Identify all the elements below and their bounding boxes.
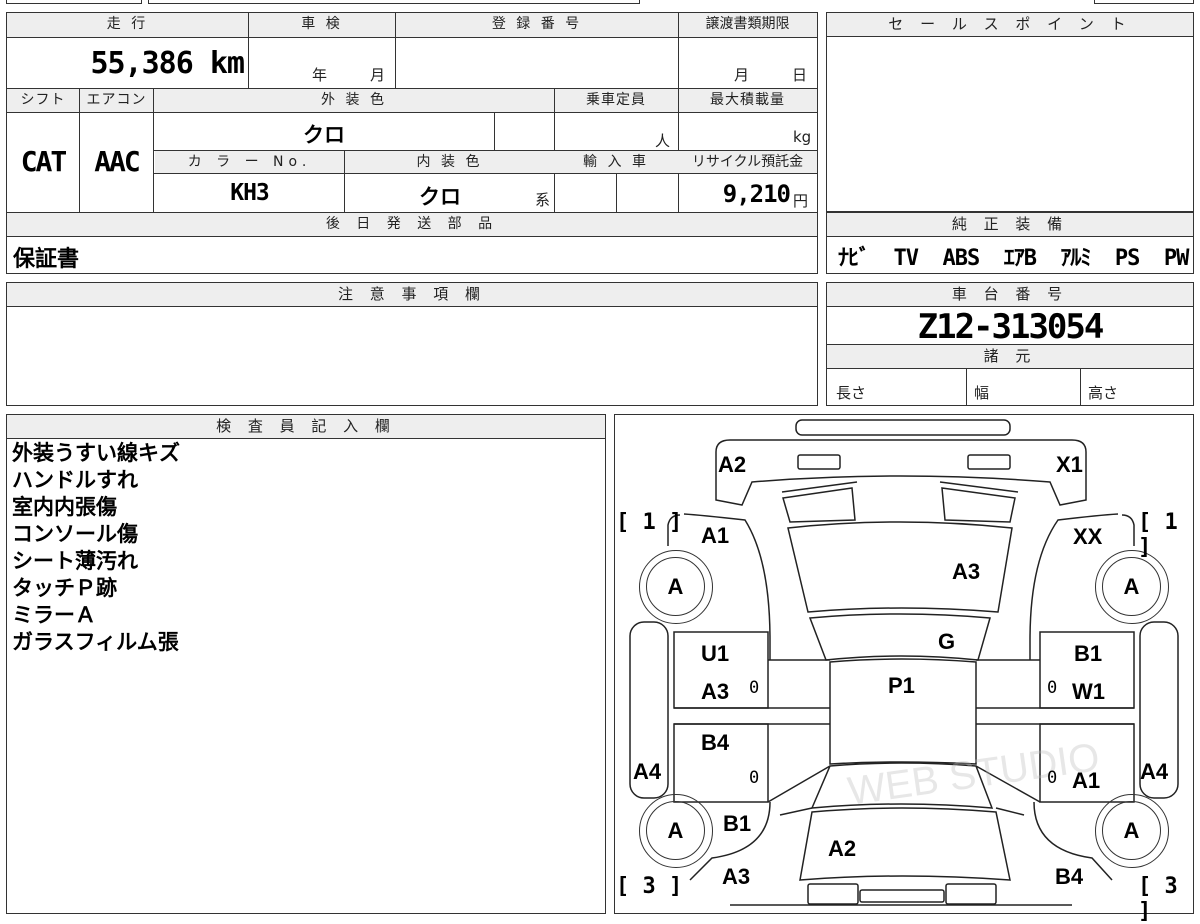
sales-point-box [826,12,1194,212]
shift-value: CAT [20,145,68,178]
remark-line: ハンドルすれ [12,468,138,492]
capacity-unit: 人 [655,132,671,150]
zero-mark: 0 [749,768,760,788]
tire-rear-left: [ 3 ] [616,874,683,899]
wheel-rear-left-label: A [646,801,705,860]
remark-line: タッチＰ跡 [12,576,117,600]
wheel-front-left-label: A [646,557,705,616]
chassis-label: 車 台 番 号 [827,283,1193,307]
damage-right-sill: A4 [1140,759,1169,784]
remark-line: コンソール傷 [12,522,138,546]
damage-windshield: G [938,629,956,654]
inspection-label: 車 検 [249,13,395,35]
exterior-color-value: クロ [303,123,345,147]
damage-rear-left-corner: A3 [722,864,751,889]
color-no-value: KH3 [230,180,270,206]
inspector-label: 検 査 員 記 入 欄 [7,415,605,439]
top-strip-left [6,0,142,4]
tire-rear-right: [ 3 ] [1138,874,1178,924]
chassis-number: Z12-313054 [917,307,1105,347]
wheel-rear-right: A [1095,794,1169,868]
wheel-front-left: A [639,550,713,624]
damage-rear-left-door: B4 [701,730,730,755]
damage-front-right-door-1: B1 [1074,641,1103,666]
sales-point-label: セ ー ル ス ポ イ ン ト [827,13,1193,37]
wheel-front-right-label: A [1102,557,1161,616]
registration-label: 登 録 番 号 [396,13,678,35]
notes-label: 注 意 事 項 欄 [7,283,817,307]
zero-mark: 0 [1047,678,1058,698]
remark-line: シート薄汚れ [12,549,138,573]
remark-line: ミラーＡ [12,603,96,627]
ac-label: エアコン [80,89,153,111]
damage-rear-left-fender: B1 [723,811,752,836]
damage-hood: A3 [952,559,981,584]
width-label: 幅 [974,384,990,402]
wheel-rear-left: A [639,794,713,868]
max-load-label: 最大積載量 [679,89,816,111]
zero-mark: 0 [749,678,760,698]
damage-rear-right-door: A1 [1072,768,1101,793]
color-no-label: カ ラ ー No. [155,151,344,173]
inspection-year: 年 [312,66,328,84]
damage-front-right-door-2: W1 [1072,679,1105,704]
damage-roof: P1 [888,673,915,698]
zero-mark: 0 [1047,768,1058,788]
damage-front-left-door-2: A3 [701,679,730,704]
damage-front-left-door-1: U1 [701,641,730,666]
max-load-unit: kg [793,128,812,146]
genuine-equipment-label: 純 正 装 備 [827,213,1193,237]
tire-front-right: [ 1 ] [1138,510,1178,560]
interior-color-label: 内 装 色 [345,151,554,173]
genuine-equipment-items: ﾅﾋﾞ TV ABS ｴｱB ｱﾙﾐ PS PW [838,246,1189,271]
wheel-rear-right-label: A [1102,801,1161,860]
shipping-items: 保証書 [13,247,80,272]
tire-front-left: [ 1 ] [616,510,683,535]
damage-front-right-bumper: X1 [1056,452,1083,477]
recycle-fee-value: 9,210 [722,180,791,208]
ac-value: AAC [94,145,141,178]
remark-line: 外装うすい線キズ [12,441,180,465]
damage-rear-right-corner: B4 [1055,864,1084,889]
wheel-front-right: A [1095,550,1169,624]
mileage-label: 走 行 [7,13,248,35]
specs-label: 諸 元 [827,345,1193,369]
remark-line: ガラスフィルム張 [12,630,179,654]
top-strip-mid [148,0,640,4]
damage-front-left-fender: A1 [701,523,730,548]
transfer-month: 月 [734,66,750,84]
inspection-month: 月 [370,66,386,84]
mileage-value: 55,386 km [90,46,245,81]
shift-label: シフト [7,89,79,111]
transfer-deadline-label: 譲渡書類期限 [679,13,816,35]
length-label: 長さ [836,384,867,402]
shipping-label: 後 日 発 送 部 品 [7,213,817,235]
damage-front-left-bumper: A2 [718,452,747,477]
height-label: 高さ [1088,384,1119,402]
top-strip-right [1094,0,1194,4]
recycle-fee-unit: 円 [793,192,809,210]
transfer-day: 日 [792,66,808,84]
damage-trunk: A2 [828,836,857,861]
import-label: 輸 入 車 [555,151,677,173]
recycle-label: リサイクル預託金 [679,151,816,173]
inspector-remarks: 外装うすい線キズ ハンドルすれ 室内内張傷 コンソール傷 シート薄汚れ タッチＰ… [12,440,592,656]
interior-color-suffix: 系 [535,191,551,209]
remark-line: 室内内張傷 [12,495,117,519]
damage-front-right-fender: XX [1073,524,1103,549]
damage-left-sill: A4 [633,759,662,784]
capacity-label: 乗車定員 [555,89,677,111]
interior-color-value: クロ [419,185,461,209]
exterior-color-label: 外 装 色 [154,89,554,111]
